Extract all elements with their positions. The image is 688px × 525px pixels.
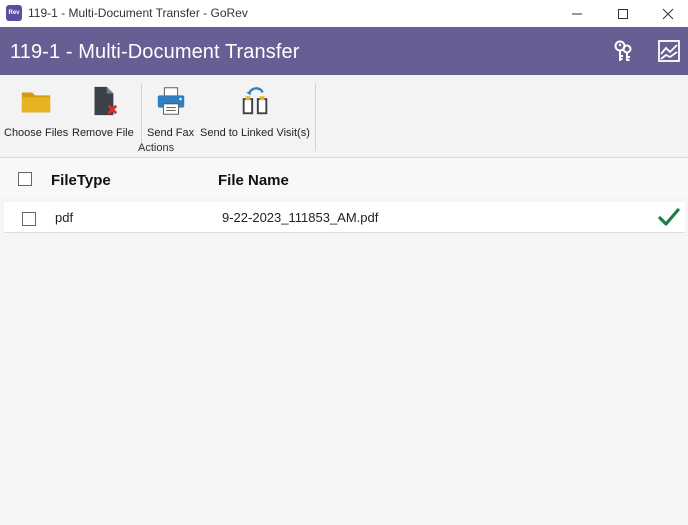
select-all-checkbox[interactable] xyxy=(18,172,32,186)
app-logo-icon: Rev xyxy=(6,5,22,21)
send-to-linked-visits-button[interactable]: Send to Linked Visit(s) xyxy=(200,75,310,139)
chart-icon[interactable] xyxy=(657,39,681,63)
check-icon xyxy=(658,208,680,226)
ribbon-group-label: Actions xyxy=(138,142,175,154)
printer-icon xyxy=(157,87,184,115)
ribbon-separator xyxy=(141,83,142,151)
row-checkbox[interactable] xyxy=(22,212,36,226)
close-icon xyxy=(662,8,674,19)
choose-files-label: Choose Files xyxy=(4,127,69,139)
window-title: 119-1 - Multi-Document Transfer - GoRev xyxy=(28,6,248,20)
maximize-button[interactable] xyxy=(600,0,646,27)
ribbon-toolbar: Choose Files Remove File Send Fax Send t… xyxy=(0,75,688,158)
keys-icon[interactable] xyxy=(611,39,635,63)
remove-file-label: Remove File xyxy=(72,127,134,139)
close-button[interactable] xyxy=(645,0,688,27)
table-row[interactable]: pdf 9-22-2023_111853_AM.pdf xyxy=(4,202,685,233)
column-header-filename[interactable]: File Name xyxy=(218,172,289,189)
file-name-cell: 9-22-2023_111853_AM.pdf xyxy=(222,210,379,225)
remove-file-icon xyxy=(94,86,118,116)
remove-file-button[interactable]: Remove File xyxy=(72,75,134,139)
transfer-icon xyxy=(242,87,268,115)
window-titlebar: Rev 119-1 - Multi-Document Transfer - Go… xyxy=(0,0,688,27)
file-type-cell: pdf xyxy=(55,210,74,225)
column-header-filetype[interactable]: FileType xyxy=(51,172,111,189)
folder-icon xyxy=(21,92,51,113)
minimize-button[interactable] xyxy=(554,0,600,27)
maximize-icon xyxy=(618,8,628,19)
send-to-linked-visits-label: Send to Linked Visit(s) xyxy=(200,127,310,139)
choose-files-button[interactable]: Choose Files xyxy=(4,75,68,139)
ribbon-separator xyxy=(315,83,316,151)
page-header: 119-1 - Multi-Document Transfer xyxy=(0,27,688,75)
send-fax-button[interactable]: Send Fax xyxy=(147,75,194,139)
page-title: 119-1 - Multi-Document Transfer xyxy=(10,41,300,63)
minimize-icon xyxy=(572,13,582,14)
send-fax-label: Send Fax xyxy=(147,127,195,139)
